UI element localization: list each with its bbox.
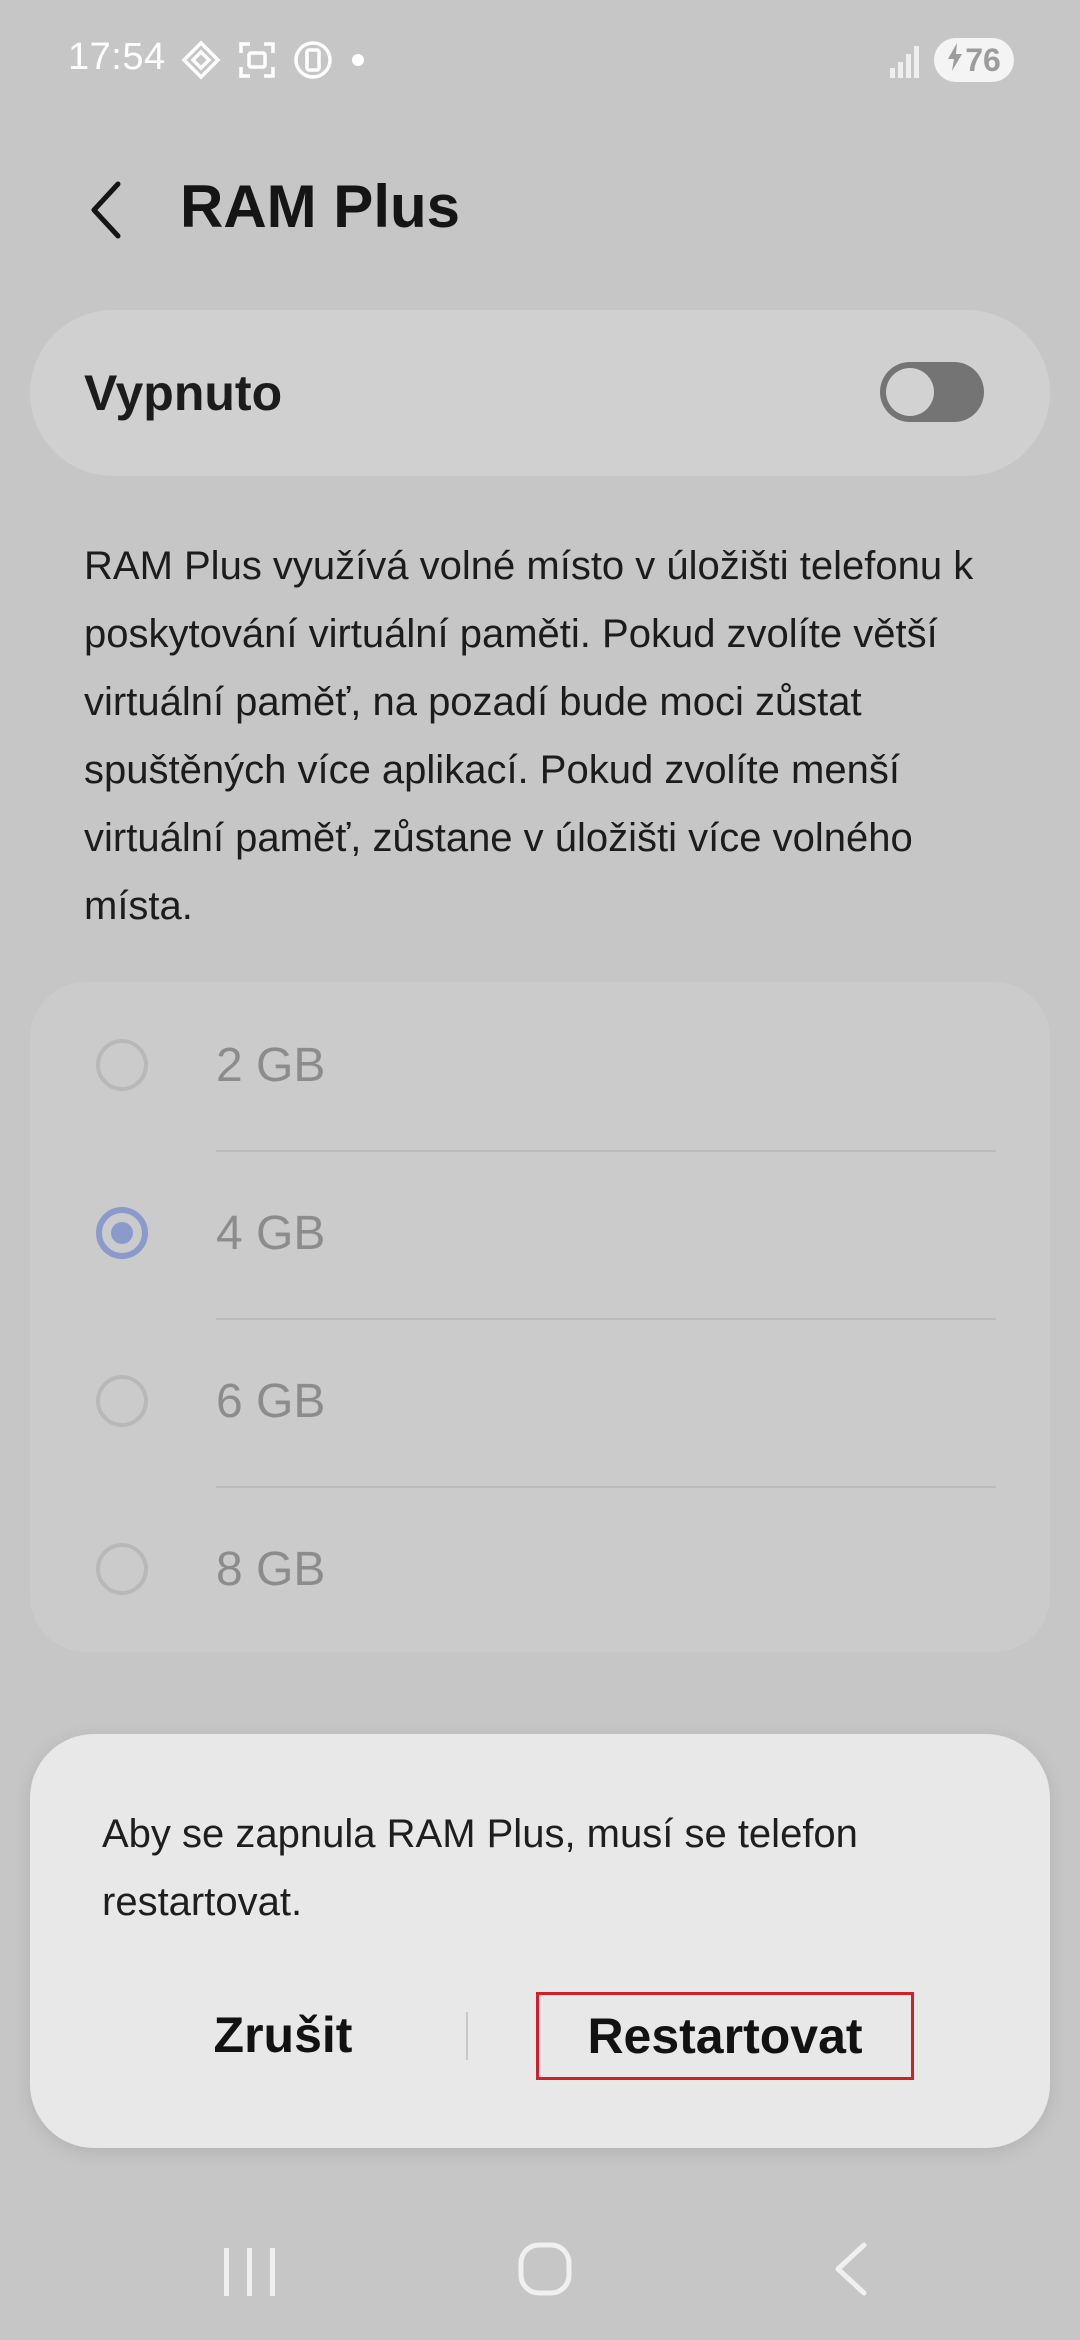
radio-button[interactable] <box>96 1543 148 1595</box>
feature-description: RAM Plus využívá volné místo v úložišti … <box>84 544 974 928</box>
notification-dot-icon <box>348 39 368 81</box>
radio-button-selected[interactable] <box>96 1207 148 1259</box>
recent-apps-button[interactable] <box>220 2244 280 2305</box>
battery-level: 76 <box>965 41 1001 78</box>
restart-button[interactable]: Restartovat <box>536 1992 914 2080</box>
page-title: RAM Plus <box>180 173 461 240</box>
restart-dialog <box>30 1734 1050 2148</box>
home-button[interactable] <box>516 2240 574 2303</box>
option-4gb[interactable]: 4 GB <box>30 1152 1050 1320</box>
radio-button[interactable] <box>96 1039 148 1091</box>
sync-icon <box>180 39 222 81</box>
charging-icon <box>947 42 963 79</box>
back-button[interactable] <box>78 180 138 240</box>
dialog-message: Aby se zapnula RAM Plus, musí se telefon… <box>102 1812 858 1924</box>
battery-indicator: 76 <box>934 38 1014 82</box>
master-switch-label: Vypnuto <box>84 365 283 421</box>
toggle-knob <box>886 368 934 416</box>
option-6gb[interactable]: 6 GB <box>30 1320 1050 1488</box>
nav-back-button[interactable] <box>828 2240 872 2303</box>
device-care-icon <box>292 39 334 81</box>
screenshot-icon <box>236 39 278 81</box>
home-icon <box>516 2242 574 2302</box>
option-label: 4 GB <box>216 1207 326 1260</box>
button-separator <box>466 2012 468 2060</box>
signal-icon <box>888 38 924 87</box>
option-label: 8 GB <box>216 1543 326 1596</box>
recent-apps-icon <box>220 2248 280 2304</box>
option-2gb[interactable]: 2 GB <box>30 984 1050 1152</box>
radio-button[interactable] <box>96 1375 148 1427</box>
chevron-left-icon <box>78 181 138 244</box>
back-icon <box>828 2242 872 2302</box>
cancel-button[interactable]: Zrušit <box>160 1990 406 2080</box>
status-icons <box>180 38 368 82</box>
option-label: 2 GB <box>216 1039 326 1092</box>
status-time: 17:54 <box>68 36 166 78</box>
option-label: 6 GB <box>216 1375 326 1428</box>
master-switch-toggle[interactable] <box>880 362 984 422</box>
option-8gb[interactable]: 8 GB <box>30 1488 1050 1656</box>
